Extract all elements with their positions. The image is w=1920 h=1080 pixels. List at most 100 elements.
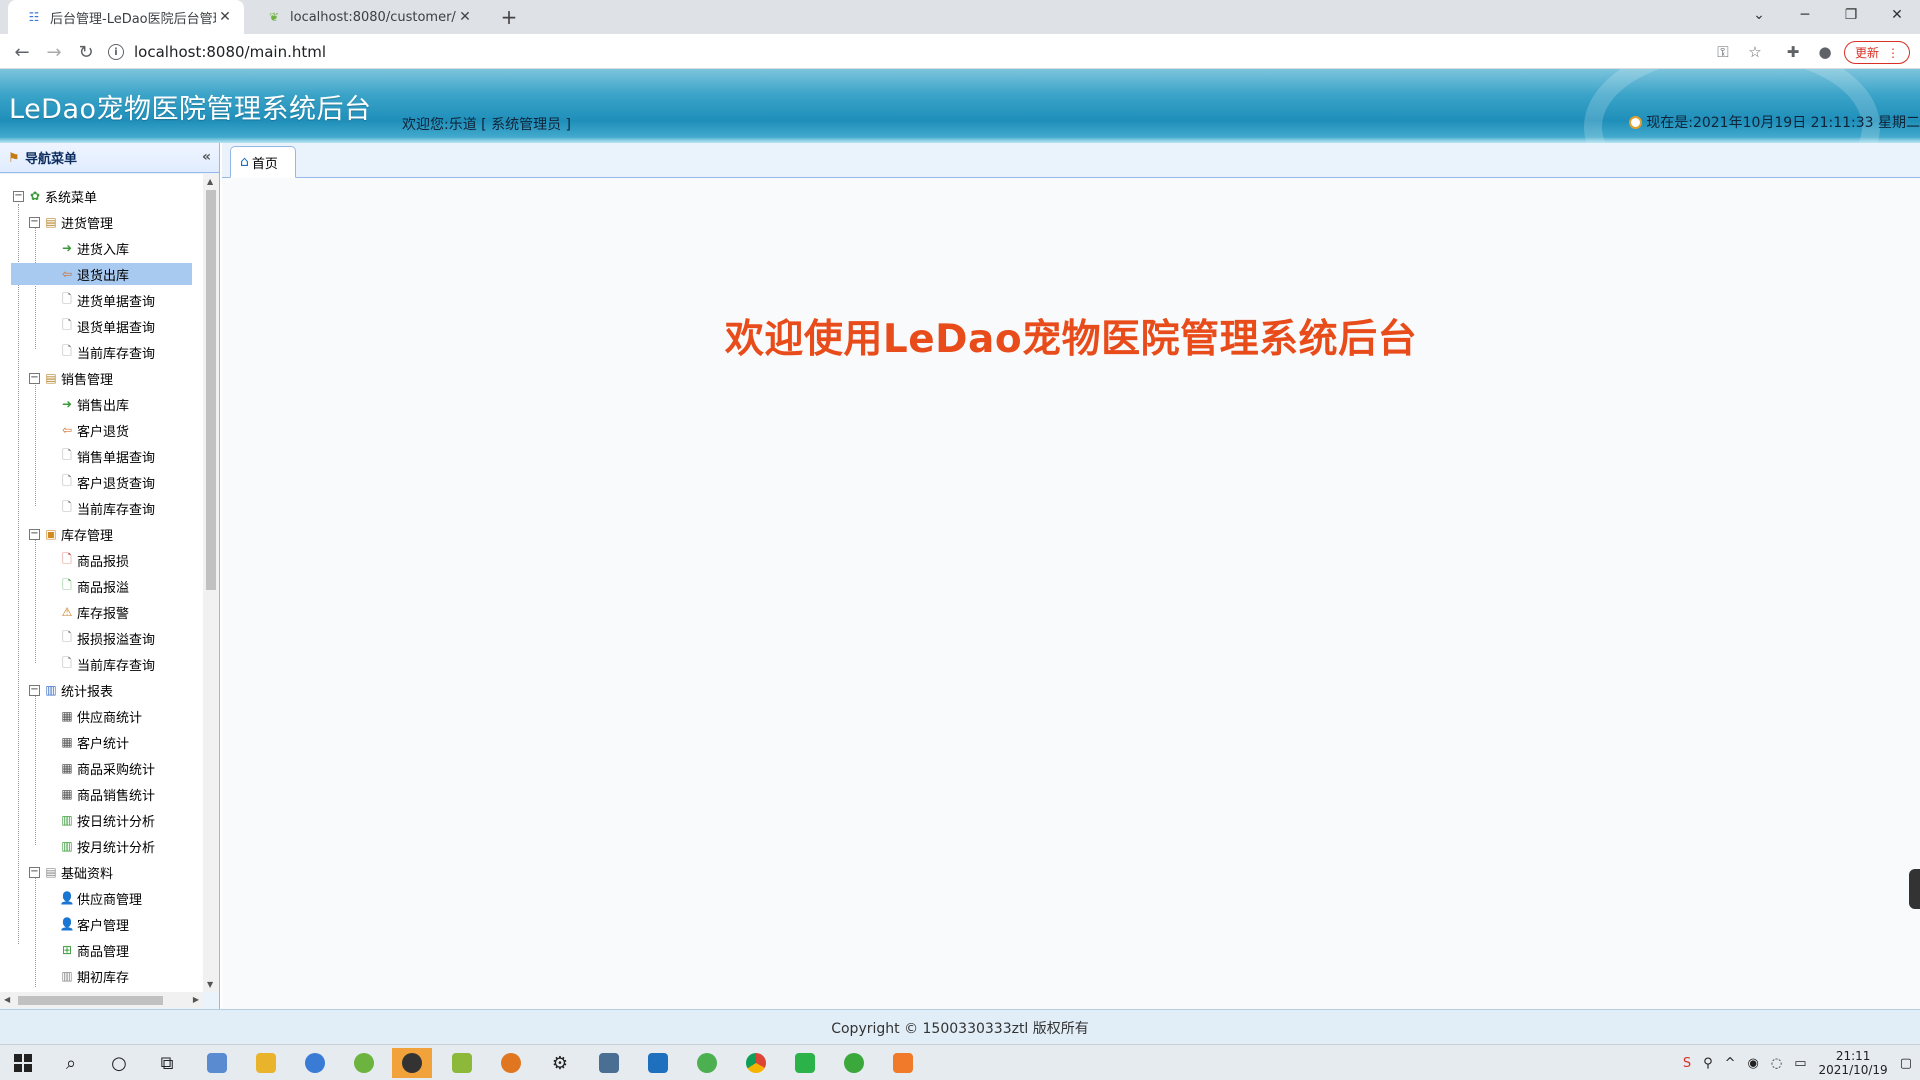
tree-item-customer-return-query[interactable]: 🗋 客户退货查询 (59, 471, 155, 493)
tree-item-supplier-stats[interactable]: ▦ 供应商统计 (59, 705, 142, 727)
video-app-icon[interactable] (641, 1048, 675, 1078)
forward-button[interactable]: → (40, 38, 68, 66)
ledger-icon: ▥ (61, 969, 73, 983)
tree-item-daily-analysis[interactable]: ▥ 按日统计分析 (59, 809, 155, 831)
orange-app-icon[interactable] (886, 1048, 920, 1078)
tree-collapse-toggle[interactable]: − (29, 216, 40, 228)
tree-group-reports[interactable]: − ▥ 统计报表 (29, 679, 113, 701)
tab-home[interactable]: ⌂ 首页 (230, 146, 296, 178)
close-tab-icon[interactable]: ✕ (216, 8, 234, 26)
tree-item-product-mgmt[interactable]: ⊞ 商品管理 (59, 939, 129, 961)
notification-icon[interactable]: ▢ (1900, 1056, 1912, 1071)
tree-item-overflow-report[interactable]: 🗋 商品报溢 (59, 575, 129, 597)
scroll-left-arrow-icon[interactable]: ◀ (4, 995, 10, 1004)
tree-item-monthly-analysis[interactable]: ▥ 按月统计分析 (59, 835, 155, 857)
people-icon[interactable]: ⚲ (1703, 1056, 1713, 1071)
bookmark-star-icon[interactable]: ☆ (1743, 40, 1767, 64)
tree-group-basic-data[interactable]: − ▤ 基础资料 (29, 861, 113, 883)
tree-item-stock-query[interactable]: 🗋 当前库存查询 (59, 341, 155, 363)
app-icon-network[interactable] (298, 1048, 332, 1078)
tree-item-initial-stock[interactable]: ▥ 期初库存 (59, 965, 129, 987)
tree-item-customer-mgmt[interactable]: 👤 客户管理 (59, 913, 130, 935)
browser-tab-customer[interactable]: ❦ localhost:8080/customer/deta ✕ (248, 0, 484, 34)
profile-avatar-icon[interactable]: ● (1813, 40, 1837, 64)
show-hidden-icons-chevron-icon[interactable]: ^ (1725, 1056, 1736, 1071)
tree-item-customer-return[interactable]: ⇦ 客户退货 (59, 419, 129, 441)
window-app-icon[interactable] (592, 1048, 626, 1078)
url-field[interactable]: i localhost:8080/main.html (108, 38, 1748, 66)
alarm-icon: ⚠ (61, 605, 73, 619)
scrollbar-thumb[interactable] (206, 190, 216, 590)
taskbar-clock[interactable]: 21:11 2021/10/19 (1819, 1049, 1888, 1077)
tree-item-damage-report[interactable]: 🗋 商品报损 (59, 549, 129, 571)
tree-item-sales-out[interactable]: ➜ 销售出库 (59, 393, 129, 415)
close-tab-icon[interactable]: ✕ (456, 8, 474, 26)
back-button[interactable]: ← (8, 38, 36, 66)
keyboard-icon[interactable]: ▭ (1794, 1056, 1806, 1071)
extensions-puzzle-icon[interactable]: ✚ (1781, 40, 1805, 64)
qq-icon[interactable]: ◉ (1748, 1056, 1759, 1071)
tree-group-inventory[interactable]: − ▣ 库存管理 (29, 523, 113, 545)
search-tool-icon[interactable] (494, 1048, 528, 1078)
search-icon[interactable]: ⌕ (54, 1048, 88, 1078)
os-taskbar: ⌕ ○ ⧉ ⚙ S ⚲ ^ ◉ ◌ ▭ 21:11 2021/10/19 ▢ (0, 1044, 1920, 1080)
scrollbar-thumb[interactable] (18, 996, 163, 1005)
tree-item-stock-query-2[interactable]: 🗋 当前库存查询 (59, 497, 155, 519)
notes-app-icon[interactable] (445, 1048, 479, 1078)
tree-collapse-toggle[interactable]: − (13, 190, 24, 202)
tree-item-stock-alarm[interactable]: ⚠ 库存报警 (59, 601, 129, 623)
site-info-icon[interactable]: i (108, 44, 124, 60)
tree-item-sales-stats[interactable]: ▦ 商品销售统计 (59, 783, 155, 805)
hbuilder-icon[interactable] (788, 1048, 822, 1078)
tree-item-purchase-query[interactable]: 🗋 进货单据查询 (59, 289, 155, 311)
tree-group-purchase[interactable]: − ▤ 进货管理 (29, 211, 113, 233)
side-panel-handle[interactable] (1909, 869, 1920, 909)
chrome-icon[interactable] (739, 1048, 773, 1078)
tree-collapse-toggle[interactable]: − (29, 372, 40, 384)
tree-node-label: 客户管理 (77, 918, 130, 934)
reload-button[interactable]: ↻ (72, 38, 100, 66)
close-window-button[interactable]: ✕ (1874, 0, 1920, 30)
tree-item-stock-query-3[interactable]: 🗋 当前库存查询 (59, 653, 155, 675)
tree-item-customer-stats[interactable]: ▦ 客户统计 (59, 731, 129, 753)
file-explorer-icon[interactable] (249, 1048, 283, 1078)
scroll-down-arrow-icon[interactable]: ▼ (207, 980, 213, 989)
new-tab-button[interactable]: + (497, 5, 521, 29)
settings-gear-icon[interactable]: ⚙ (543, 1048, 577, 1078)
restore-button[interactable]: ❐ (1828, 0, 1874, 30)
tree-collapse-toggle[interactable]: − (29, 684, 40, 696)
tree-root-system-menu[interactable]: − ✿ 系统菜单 (13, 185, 97, 207)
network-icon[interactable]: ◌ (1771, 1056, 1782, 1071)
tree-item-supplier-mgmt[interactable]: 👤 供应商管理 (59, 887, 143, 909)
tree-item-return-out[interactable]: ⇦ 退货出库 (11, 263, 192, 285)
browser-app-icon[interactable] (837, 1048, 871, 1078)
input-method-icon[interactable]: S (1683, 1056, 1691, 1071)
tree-item-damage-overflow-query[interactable]: 🗋 报损报溢查询 (59, 627, 155, 649)
active-app-icon[interactable] (392, 1048, 432, 1078)
update-button[interactable]: 更新 ⋮ (1844, 41, 1910, 64)
tree-vertical-scrollbar[interactable]: ▲ ▼ (203, 174, 219, 992)
spring-app-icon[interactable] (347, 1048, 381, 1078)
tree-horizontal-scrollbar[interactable]: ◀ ▶ (0, 992, 203, 1008)
browser-tab-admin[interactable]: ☷ 后台管理-LeDao医院后台管理系 ✕ (8, 0, 244, 34)
stock-out-icon: ➜ (61, 397, 73, 411)
tree-item-purchase-stats[interactable]: ▦ 商品采购统计 (59, 757, 155, 779)
tree-item-return-query[interactable]: 🗋 退货单据查询 (59, 315, 155, 337)
key-icon[interactable]: ⚿ (1711, 40, 1735, 64)
tree-collapse-toggle[interactable]: − (29, 528, 40, 540)
windows-start-icon[interactable] (6, 1048, 40, 1078)
scroll-right-arrow-icon[interactable]: ▶ (193, 995, 199, 1004)
tree-item-purchase-in[interactable]: ➜ 进货入库 (59, 237, 129, 259)
task-view-icon[interactable]: ⧉ (150, 1048, 184, 1078)
minimize-button[interactable]: ─ (1782, 0, 1828, 30)
tree-group-sales[interactable]: − ▤ 销售管理 (29, 367, 113, 389)
tab-search-chevron-icon[interactable]: ⌄ (1736, 0, 1782, 30)
tree-item-sales-query[interactable]: 🗋 销售单据查询 (59, 445, 155, 467)
chart-doc-icon: ▦ (61, 735, 73, 749)
app-icon-1[interactable] (200, 1048, 234, 1078)
collapse-sidebar-icon[interactable]: « (202, 149, 211, 165)
cortana-icon[interactable]: ○ (102, 1048, 136, 1078)
tree-collapse-toggle[interactable]: − (29, 866, 40, 878)
leaf-app-icon[interactable] (690, 1048, 724, 1078)
scroll-up-arrow-icon[interactable]: ▲ (207, 177, 213, 186)
